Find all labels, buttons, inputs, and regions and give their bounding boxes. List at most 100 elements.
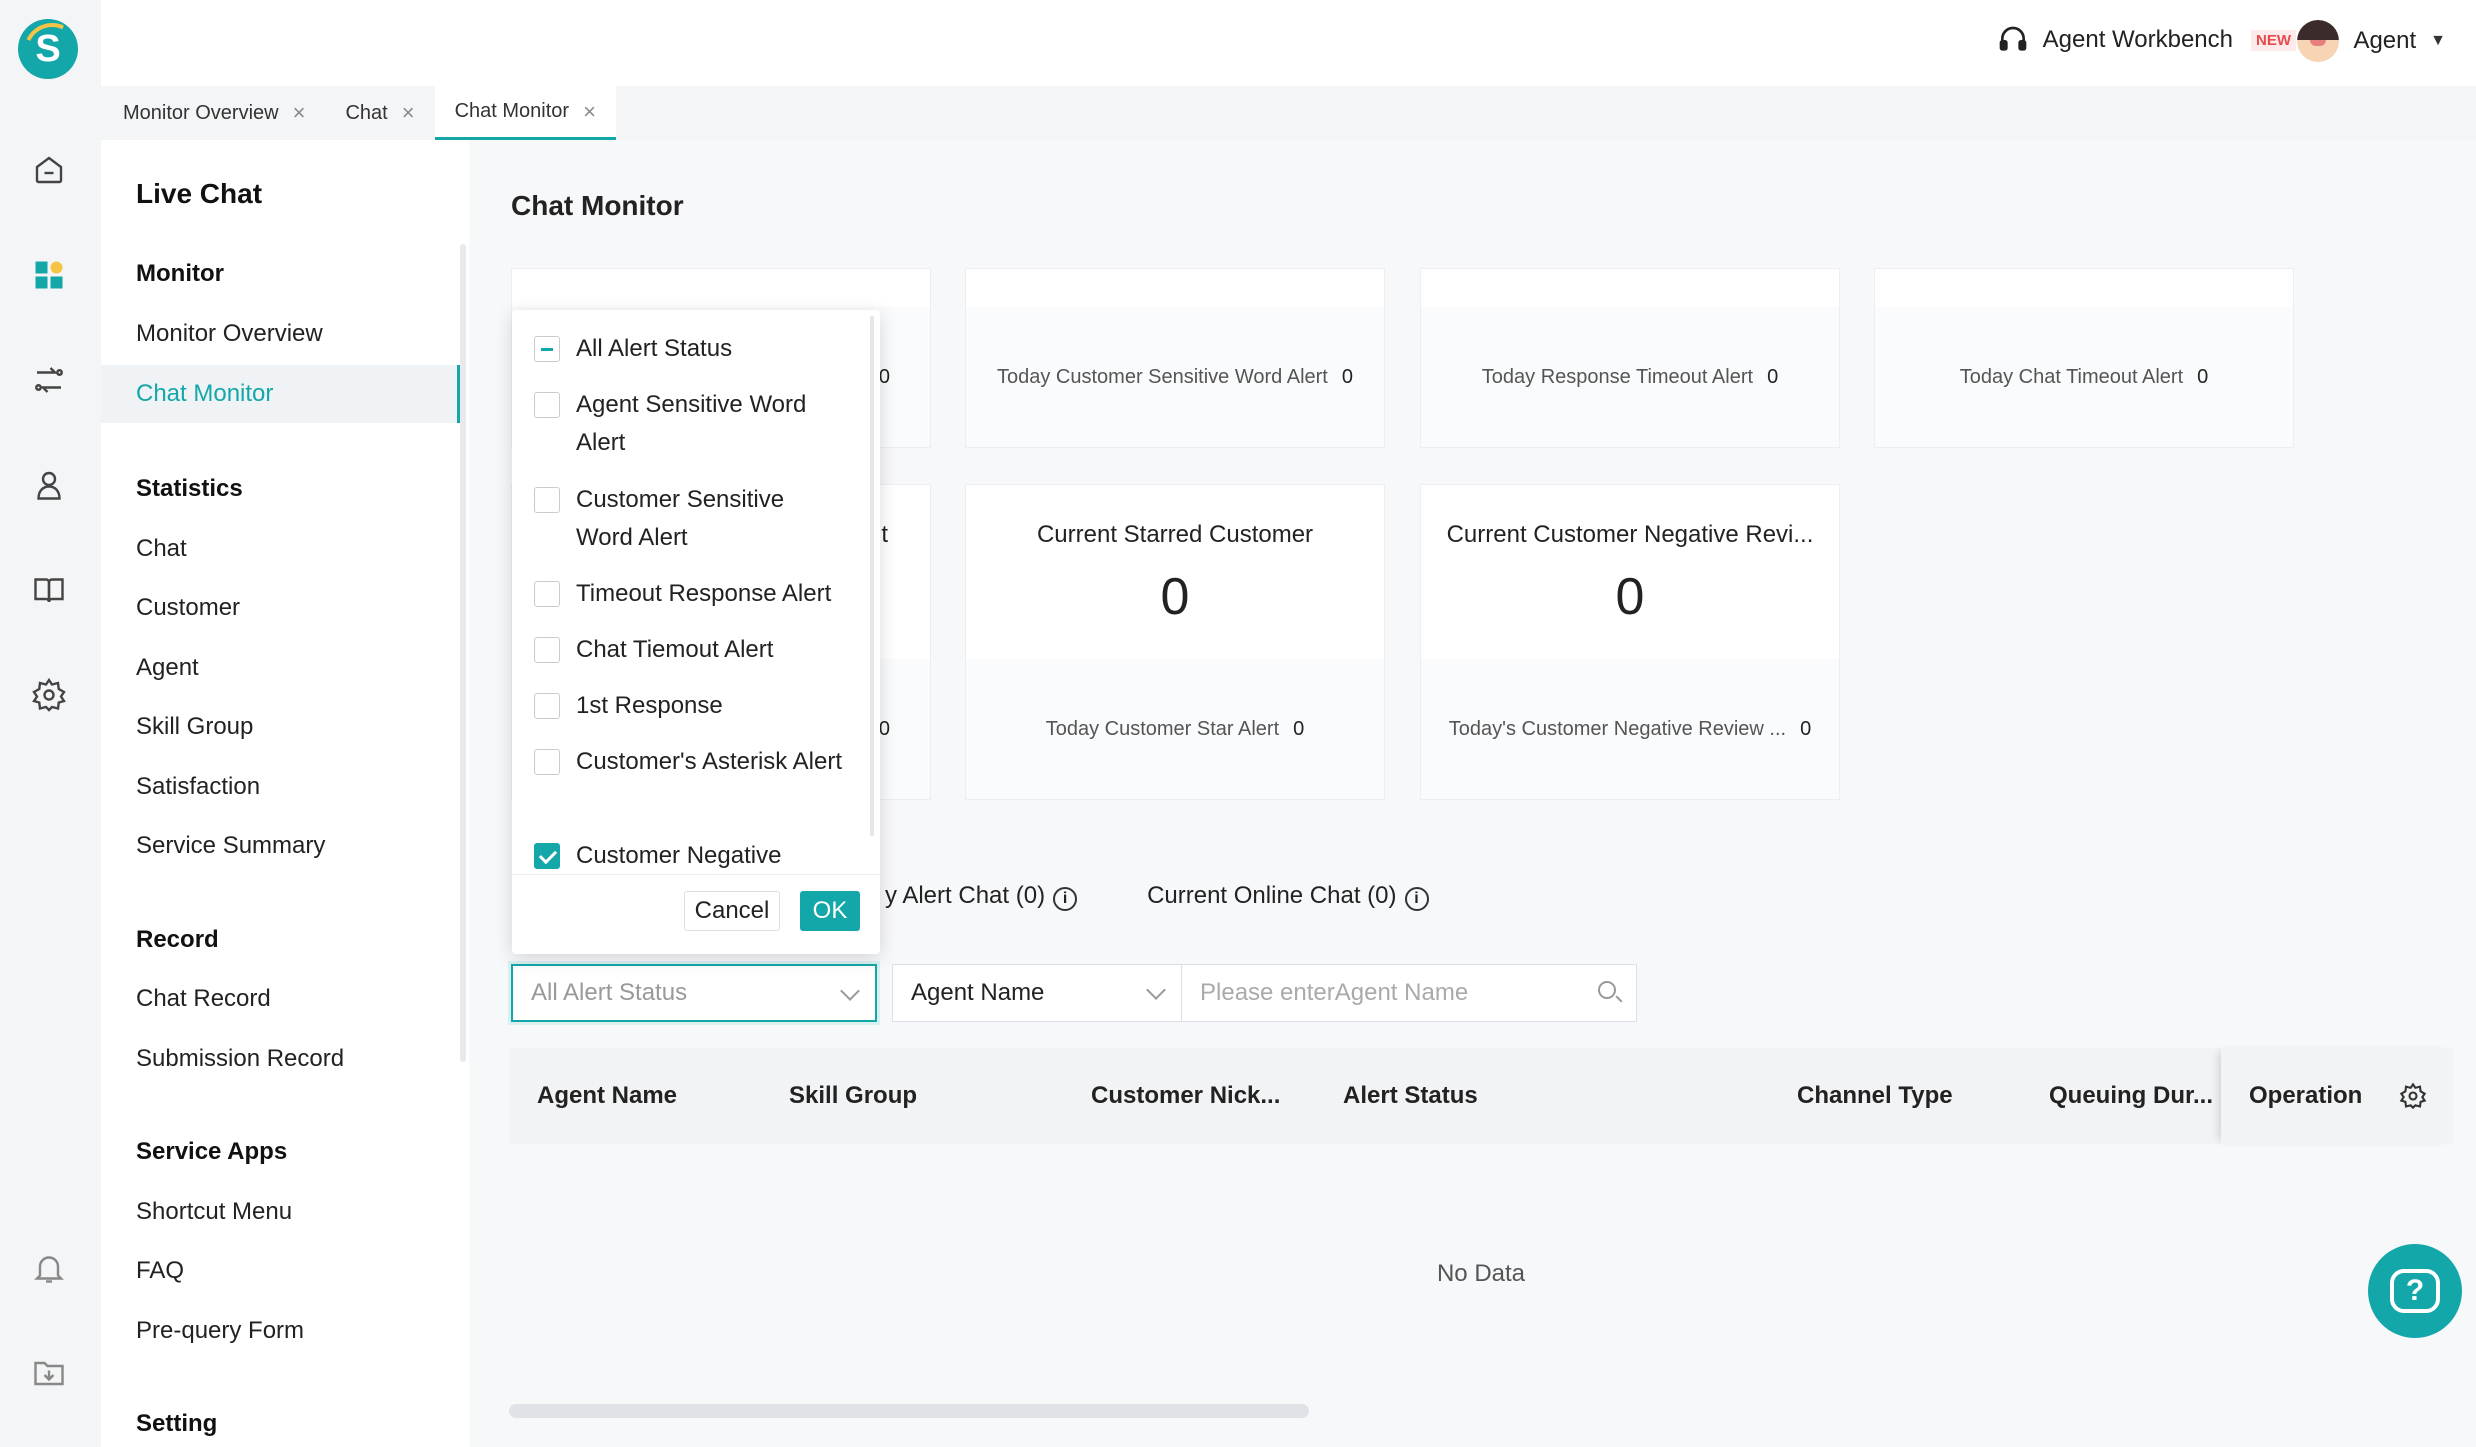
- option-chat-timeout-alert[interactable]: Chat Tiemout Alert: [534, 631, 773, 669]
- option-agent-sensitive-word-alert[interactable]: Agent Sensitive Word Alert: [534, 386, 844, 462]
- dashboard-icon[interactable]: [29, 255, 69, 295]
- card-bottom-value: 0: [2197, 365, 2209, 388]
- checkbox[interactable]: [534, 637, 560, 663]
- routing-icon[interactable]: [29, 360, 69, 400]
- sidebar-item-chat-record[interactable]: Chat Record: [136, 985, 271, 1013]
- tab-alert-chat[interactable]: y Alert Chat (0) i: [885, 882, 1078, 911]
- info-icon[interactable]: i: [1404, 887, 1429, 911]
- checkbox-checked[interactable]: [534, 843, 560, 869]
- option-all-alert-status[interactable]: All Alert Status: [534, 330, 732, 368]
- checkbox[interactable]: [534, 487, 560, 513]
- home-icon[interactable]: [29, 150, 69, 190]
- checkbox[interactable]: [534, 749, 560, 775]
- table-header: Agent Name Skill Group Customer Nick... …: [509, 1048, 2453, 1144]
- sidebar-title: Live Chat: [136, 178, 263, 209]
- option-label: Customer Negative: [576, 842, 782, 869]
- checkbox[interactable]: [534, 581, 560, 607]
- sidebar-item-chat[interactable]: Chat: [136, 535, 187, 563]
- info-icon[interactable]: i: [1053, 887, 1078, 911]
- card-bottom-value: 0: [1293, 717, 1305, 740]
- checkbox[interactable]: [534, 392, 560, 418]
- card-bottom-value: 0: [1767, 365, 1779, 388]
- close-icon[interactable]: ×: [583, 99, 596, 125]
- top-header: Agent Workbench NEW Agent ▼: [101, 0, 2476, 86]
- tab-chat[interactable]: Chat ×: [325, 86, 434, 140]
- help-chat-button[interactable]: ?: [2368, 1244, 2462, 1338]
- sidebar-item-service-summary[interactable]: Service Summary: [136, 832, 325, 860]
- card-value: 0: [1615, 568, 1645, 626]
- app-logo[interactable]: S: [18, 19, 78, 79]
- sidebar-item-satisfaction[interactable]: Satisfaction: [136, 773, 260, 801]
- tab-online-chat[interactable]: Current Online Chat (0) i: [1147, 882, 1429, 911]
- card-value: 0: [1160, 568, 1190, 626]
- close-icon[interactable]: ×: [402, 100, 415, 126]
- sidebar-scrollbar[interactable]: [460, 244, 466, 1062]
- help-icon: ?: [2390, 1269, 2440, 1313]
- table-horizontal-scrollbar[interactable]: [509, 1404, 1309, 1418]
- sidebar-item-agent[interactable]: Agent: [136, 654, 199, 682]
- page-title: Chat Monitor: [511, 190, 684, 221]
- cancel-button[interactable]: Cancel: [684, 891, 780, 931]
- option-label: Customer Sensitive Word Alert: [576, 486, 785, 551]
- user-icon[interactable]: [29, 465, 69, 505]
- column-settings-gear-icon[interactable]: [2399, 1082, 2427, 1110]
- card-bottom-label: Today Customer Sensitive Word Alert: [996, 365, 1328, 388]
- close-icon[interactable]: ×: [293, 100, 306, 126]
- sidebar-item-pre-query-form[interactable]: Pre-query Form: [136, 1317, 304, 1345]
- column-header[interactable]: Skill Group: [789, 1048, 917, 1144]
- column-header[interactable]: Channel Type: [1797, 1048, 1953, 1144]
- headset-icon: [1999, 26, 2026, 51]
- sidebar-item-submission-record[interactable]: Submission Record: [136, 1045, 344, 1073]
- search-icon[interactable]: [1598, 981, 1616, 999]
- agent-name-search-input[interactable]: Please enterAgent Name: [1181, 964, 1637, 1022]
- sidebar-group-monitor: Monitor: [136, 260, 224, 287]
- sidebar-item-shortcut-menu[interactable]: Shortcut Menu: [136, 1198, 292, 1226]
- agent-workbench-label: Agent Workbench: [2042, 26, 2233, 53]
- tab-label: y Alert Chat (0): [885, 882, 1046, 909]
- option-customer-sensitive-word-alert[interactable]: Customer Sensitive Word Alert: [534, 481, 844, 557]
- tab-monitor-overview[interactable]: Monitor Overview ×: [103, 86, 325, 140]
- column-header[interactable]: Alert Status: [1343, 1048, 1478, 1144]
- option-first-response[interactable]: 1st Response: [534, 687, 723, 725]
- settings-gear-icon[interactable]: [29, 675, 69, 715]
- chevron-down-icon: [840, 981, 860, 1001]
- sidebar-item-customer[interactable]: Customer: [136, 594, 240, 622]
- sidebar-item-monitor-overview[interactable]: Monitor Overview: [136, 320, 323, 348]
- card-bottom-label: Today Response Timeout Alert: [1481, 365, 1754, 388]
- chevron-down-icon: [1146, 980, 1166, 1000]
- stat-card-starred-customer: Current Starred Customer 0 Today Custome…: [965, 484, 1385, 800]
- sidebar-item-faq[interactable]: FAQ: [136, 1257, 184, 1285]
- notification-bell-icon[interactable]: [29, 1248, 69, 1288]
- checkbox-indeterminate[interactable]: [534, 336, 560, 362]
- download-folder-icon[interactable]: [29, 1352, 69, 1392]
- dropdown-footer: Cancel OK: [512, 874, 880, 954]
- agent-field-select[interactable]: Agent Name: [892, 964, 1182, 1022]
- option-label: Customer's Asterisk Alert: [576, 748, 842, 775]
- alert-status-select[interactable]: All Alert Status: [511, 964, 877, 1022]
- card-bottom-label: Today Customer Star Alert: [1045, 717, 1280, 740]
- option-label: All Alert Status: [576, 335, 733, 362]
- option-customer-negative[interactable]: Customer Negative: [534, 837, 781, 875]
- card-bottom-value: 0: [1800, 717, 1812, 740]
- option-timeout-response-alert[interactable]: Timeout Response Alert: [534, 575, 831, 613]
- option-label: 1st Response: [576, 692, 723, 719]
- user-menu[interactable]: Agent ▼: [2297, 20, 2446, 62]
- new-badge: NEW: [2251, 29, 2296, 51]
- column-header[interactable]: Operation: [2249, 1048, 2362, 1144]
- chat-list-tabs: y Alert Chat (0) i Current Online Chat (0…: [885, 882, 1429, 911]
- column-header[interactable]: Customer Nick...: [1091, 1048, 1280, 1144]
- card-top-label: Current Starred Customer: [1036, 521, 1314, 548]
- checkbox[interactable]: [534, 693, 560, 719]
- option-label: Agent Sensitive Word Alert: [576, 391, 807, 456]
- app-rail: S: [0, 0, 101, 1447]
- column-header[interactable]: Queuing Dur...: [2049, 1048, 2213, 1144]
- dropdown-scrollbar[interactable]: [870, 316, 874, 836]
- agent-workbench-link[interactable]: Agent Workbench NEW: [1997, 24, 2296, 56]
- sidebar-item-skill-group[interactable]: Skill Group: [136, 713, 253, 741]
- knowledge-book-icon[interactable]: [29, 570, 69, 610]
- tab-chat-monitor[interactable]: Chat Monitor ×: [434, 86, 616, 140]
- option-customer-asterisk-alert[interactable]: Customer's Asterisk Alert: [534, 743, 844, 781]
- sidebar-item-chat-monitor[interactable]: Chat Monitor: [101, 365, 461, 423]
- ok-button[interactable]: OK: [800, 891, 860, 931]
- column-header[interactable]: Agent Name: [537, 1048, 677, 1144]
